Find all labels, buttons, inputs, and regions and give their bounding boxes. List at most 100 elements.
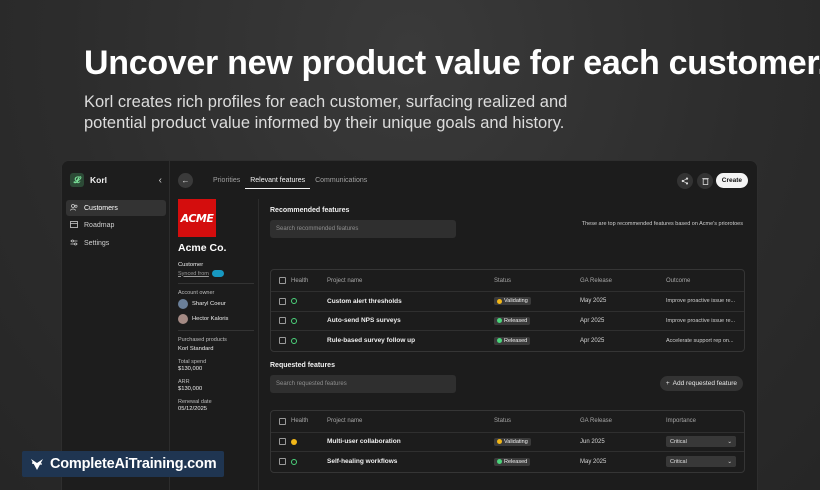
avatar [178, 299, 188, 309]
requested-title: Requested features [270, 361, 335, 369]
account-owner-label: Account owner [178, 290, 215, 296]
tab-relevant-features[interactable]: Relevant features [245, 175, 311, 189]
sidebar-item-settings[interactable]: Settings [66, 235, 166, 251]
company-name: Acme Co. [178, 242, 227, 254]
table-row[interactable]: Custom alert thresholds Validating May 2… [271, 292, 744, 312]
search-requested-input[interactable]: Search requested features [270, 374, 456, 393]
column-header[interactable]: GA Release [580, 418, 666, 424]
arr-value: $130,000 [178, 386, 203, 392]
released-icon [497, 459, 502, 464]
arr-label: ARR [178, 379, 190, 385]
synced-from-link[interactable]: Synced from [178, 270, 254, 277]
released-icon [497, 318, 502, 323]
row-checkbox[interactable] [279, 317, 286, 325]
renewal-date-label: Renewal date [178, 399, 212, 405]
chevron-down-icon: ⌄ [727, 438, 732, 445]
owner-item[interactable]: Sharyl Coeur [178, 299, 254, 309]
owner-item[interactable]: Hector Kaloris [178, 314, 254, 324]
brand: 𝓛 Korl ‹ [70, 173, 162, 187]
company-logo: ACME [178, 199, 216, 237]
share-icon[interactable] [677, 173, 693, 189]
sidebar-item-label: Customers [84, 204, 118, 212]
topbar: ← Priorities Relevant features Communica… [170, 161, 757, 199]
table-row[interactable]: Self-healing workflows Released May 2025… [271, 452, 744, 472]
select-all-checkbox[interactable] [279, 277, 286, 284]
korl-logo-icon: 𝓛 [70, 173, 84, 187]
sidebar-item-label: Roadmap [84, 222, 115, 229]
recommended-table: Health Project name Status GA Release Ou… [270, 269, 745, 352]
hero-title: Uncover new product value for each custo… [84, 44, 820, 82]
ga-release: Apr 2025 [580, 317, 605, 324]
roadmap-icon [70, 221, 78, 230]
sidebar-item-roadmap[interactable]: Roadmap [66, 218, 166, 234]
owner-name: Sharyl Coeur [192, 301, 226, 307]
project-name: Rule-based survey follow up [327, 337, 416, 345]
importance-select[interactable]: Critical ⌄ [666, 456, 736, 468]
row-checkbox[interactable] [279, 337, 286, 345]
purchased-label: Purchased products [178, 337, 227, 343]
project-name: Self-healing workflows [327, 458, 398, 466]
ga-release: Jun 2025 [580, 438, 605, 445]
status-badge: Validating [494, 437, 531, 446]
app-window: 𝓛 Korl ‹ Customers Roadmap Settings ← Pr… [61, 160, 758, 490]
ga-release: Apr 2025 [580, 337, 605, 344]
chevron-down-icon: ⌄ [727, 458, 732, 465]
sidebar-item-label: Settings [84, 239, 110, 247]
ga-release: May 2025 [580, 458, 607, 465]
project-name: Custom alert thresholds [327, 297, 402, 305]
validating-icon [497, 439, 502, 444]
requested-table: Health Project name Status GA Release Im… [270, 409, 745, 473]
purchased-value: Korl Standard [178, 346, 214, 352]
sidebar-item-customers[interactable]: Customers [66, 200, 166, 216]
outcome: Improve proactive issue re... [666, 298, 736, 305]
trash-icon[interactable] [697, 173, 713, 189]
table-row[interactable]: Rule-based survey follow up Released Apr… [271, 331, 744, 351]
row-checkbox[interactable] [279, 297, 286, 305]
column-header[interactable]: Project name [327, 278, 494, 284]
search-recommended-input[interactable]: Search recommended features [270, 220, 456, 238]
table-row[interactable]: Auto-send NPS surveys Released Apr 2025 … [271, 312, 744, 331]
tab-priorities[interactable]: Priorities [208, 175, 245, 189]
importance-select[interactable]: Critical ⌄ [666, 436, 736, 448]
column-header[interactable]: Status [494, 418, 580, 424]
health-ok-icon [291, 298, 297, 305]
customer-profile: ACME Acme Co. Customer Synced from Accou… [178, 199, 254, 419]
create-button[interactable]: Create [715, 173, 748, 188]
back-arrow-icon[interactable]: ← [178, 173, 193, 188]
outcome: Accelerate support rep on... [666, 337, 734, 344]
select-all-checkbox[interactable] [279, 417, 286, 425]
ga-release: May 2025 [580, 298, 607, 305]
column-header[interactable]: Status [494, 278, 580, 284]
features-content: Recommended features Search recommended … [270, 199, 745, 473]
row-checkbox[interactable] [279, 458, 286, 466]
hero-subtitle: Korl creates rich profiles for each cust… [84, 93, 568, 132]
tab-communications[interactable]: Communications [310, 175, 372, 189]
recommendation-note: These are top recommended features based… [581, 221, 743, 227]
status-badge: Released [494, 336, 531, 345]
column-header[interactable]: Outcome [666, 278, 744, 284]
salesforce-cloud-icon [211, 270, 224, 277]
collapse-sidebar-icon[interactable]: ‹ [159, 175, 162, 186]
column-header[interactable]: Importance [666, 418, 744, 424]
main-panel: ← Priorities Relevant features Communica… [170, 161, 757, 490]
table-row[interactable]: Multi-user collaboration Validating Jun … [271, 433, 744, 452]
add-requested-feature-button[interactable]: + Add requested feature [659, 375, 743, 391]
column-header[interactable]: GA Release [580, 278, 666, 284]
table-header: Health Project name Status GA Release Im… [271, 411, 744, 433]
watermark-text: CompleteAiTraining.com [50, 456, 217, 472]
table-header: Health Project name Status GA Release Ou… [271, 270, 744, 292]
plus-icon: + [665, 379, 670, 387]
customer-type: Customer [178, 262, 204, 268]
sidebar: 𝓛 Korl ‹ Customers Roadmap Settings [62, 161, 170, 490]
column-header[interactable]: Project name [327, 418, 494, 424]
health-ok-icon [291, 458, 297, 465]
status-badge: Released [494, 457, 531, 466]
health-ok-icon [291, 337, 297, 344]
status-badge: Validating [494, 297, 531, 305]
renewal-date-value: 05/12/2025 [178, 406, 208, 412]
divider [178, 330, 254, 331]
project-name: Multi-user collaboration [327, 438, 401, 446]
watermark-badge: CompleteAiTraining.com [22, 451, 225, 477]
health-warning-icon [291, 438, 297, 445]
row-checkbox[interactable] [279, 438, 286, 446]
